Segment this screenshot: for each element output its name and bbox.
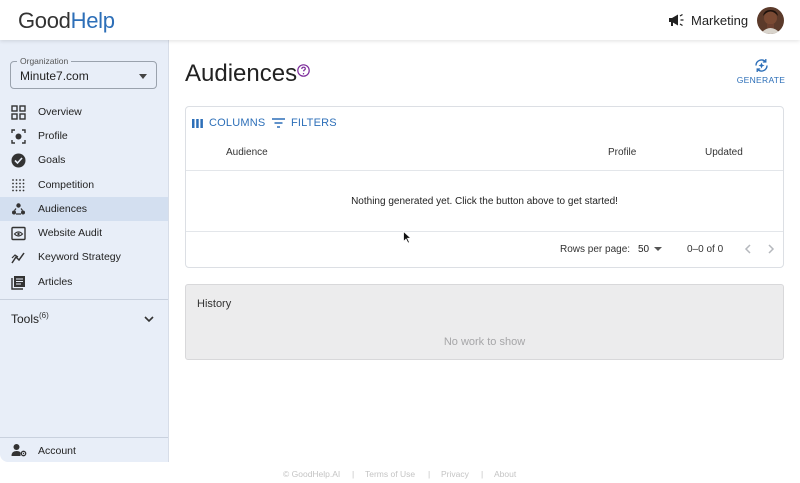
generate-button[interactable]: GENERATE [735,58,787,88]
user-avatar[interactable] [757,7,784,34]
account-settings-icon [11,444,27,457]
help-icon[interactable] [297,64,310,77]
previous-page-icon[interactable] [742,242,754,256]
sidebar-item-label: Profile [38,130,68,142]
header-divider [186,170,783,171]
sidebar-item-label: Goals [38,154,66,166]
sidebar-item-audiences[interactable]: Audiences [0,197,168,221]
grid-empty-message: Nothing generated yet. Click the button … [351,196,618,207]
filters-label: FILTERS [291,117,337,129]
pagination-range: 0–0 of 0 [687,244,724,255]
columns-button[interactable]: COLUMNS [192,115,265,131]
tools-label: Tools [11,312,40,326]
top-bar: GoodHelp Marketing [0,0,800,40]
generate-label: GENERATE [736,75,786,85]
sidebar-item-label: Competition [38,179,95,191]
column-header-audience[interactable]: Audience [226,147,268,158]
sidebar: Organization Minute7.com Overview Profil… [0,40,169,462]
browser-eye-icon [11,226,26,240]
footer-link-privacy[interactable]: Privacy [441,469,469,479]
trend-icon [11,252,25,263]
footer-separator: | [428,469,431,479]
app-window: GoodHelp Marketing Organization Minute7.… [0,0,800,462]
logo-text-help: Help [70,8,115,33]
organization-value: Minute7.com [20,69,89,83]
sidebar-item-keyword-strategy[interactable]: Keyword Strategy [0,245,168,269]
group-icon [12,202,25,215]
sidebar-item-label: Website Audit [38,227,103,239]
sidebar-item-account[interactable]: Account [0,437,168,462]
mouse-cursor-icon [403,231,412,244]
organization-label: Organization [17,56,72,66]
columns-icon [192,118,203,128]
chevron-down-icon [144,316,154,323]
rows-per-page-value: 50 [638,243,650,255]
next-page-icon[interactable] [765,242,777,256]
sidebar-item-profile[interactable]: Profile [0,124,168,148]
rows-per-page-label: Rows per page: [560,244,631,255]
sidebar-item-label: Overview [38,106,82,118]
footer-divider [186,231,783,232]
history-empty-message: No work to show [443,336,526,348]
grid-icon [11,104,26,120]
columns-label: COLUMNS [209,117,266,129]
logo-text-good: Good [18,8,71,33]
caret-down-icon [139,74,147,79]
sidebar-item-competition[interactable]: Competition [0,173,168,197]
column-header-updated[interactable]: Updated [705,147,743,158]
footer-separator: | [481,469,484,479]
account-label: Account [38,445,76,457]
avatar-image [757,7,784,34]
articles-icon [11,275,25,290]
megaphone-icon [669,13,684,27]
workspace-label: Marketing [691,12,749,28]
profile-target-icon [11,128,26,144]
logo[interactable]: GoodHelp [18,8,115,34]
check-circle-icon [11,153,26,167]
page-title: Audiences [185,60,298,87]
sidebar-item-goals[interactable]: Goals [0,148,168,172]
sidebar-item-articles[interactable]: Articles [0,270,168,294]
footer-link-about[interactable]: About [494,469,516,479]
tools-section-toggle[interactable]: Tools (6) [0,308,168,330]
rows-per-page-select[interactable]: 50 [638,241,663,257]
filters-button[interactable]: FILTERS [272,115,337,131]
history-title: History [197,298,232,310]
sidebar-item-label: Articles [38,276,73,288]
tools-count: (6) [39,311,49,320]
workspace-switcher[interactable]: Marketing [668,10,748,30]
sidebar-item-label: Keyword Strategy [38,251,121,263]
footer-link-terms[interactable]: Terms of Use [365,469,415,479]
filter-icon [272,118,285,128]
page-footer: © GoodHelp.AI | Terms of Use | Privacy |… [0,462,800,483]
history-panel: History No work to show [185,284,784,360]
organization-select[interactable]: Organization Minute7.com [10,56,157,89]
generate-spark-icon [754,59,768,72]
audiences-data-grid: COLUMNS FILTERS Audience Profile Updated… [185,106,784,268]
sidebar-item-label: Audiences [38,203,88,215]
column-header-profile[interactable]: Profile [608,147,636,158]
sidebar-divider [0,299,168,300]
dots-grid-icon [12,178,25,191]
sidebar-item-overview[interactable]: Overview [0,100,168,124]
footer-separator: | [352,469,355,479]
footer-copyright: © GoodHelp.AI [283,469,341,479]
caret-down-icon [654,247,663,251]
sidebar-item-website-audit[interactable]: Website Audit [0,221,168,245]
